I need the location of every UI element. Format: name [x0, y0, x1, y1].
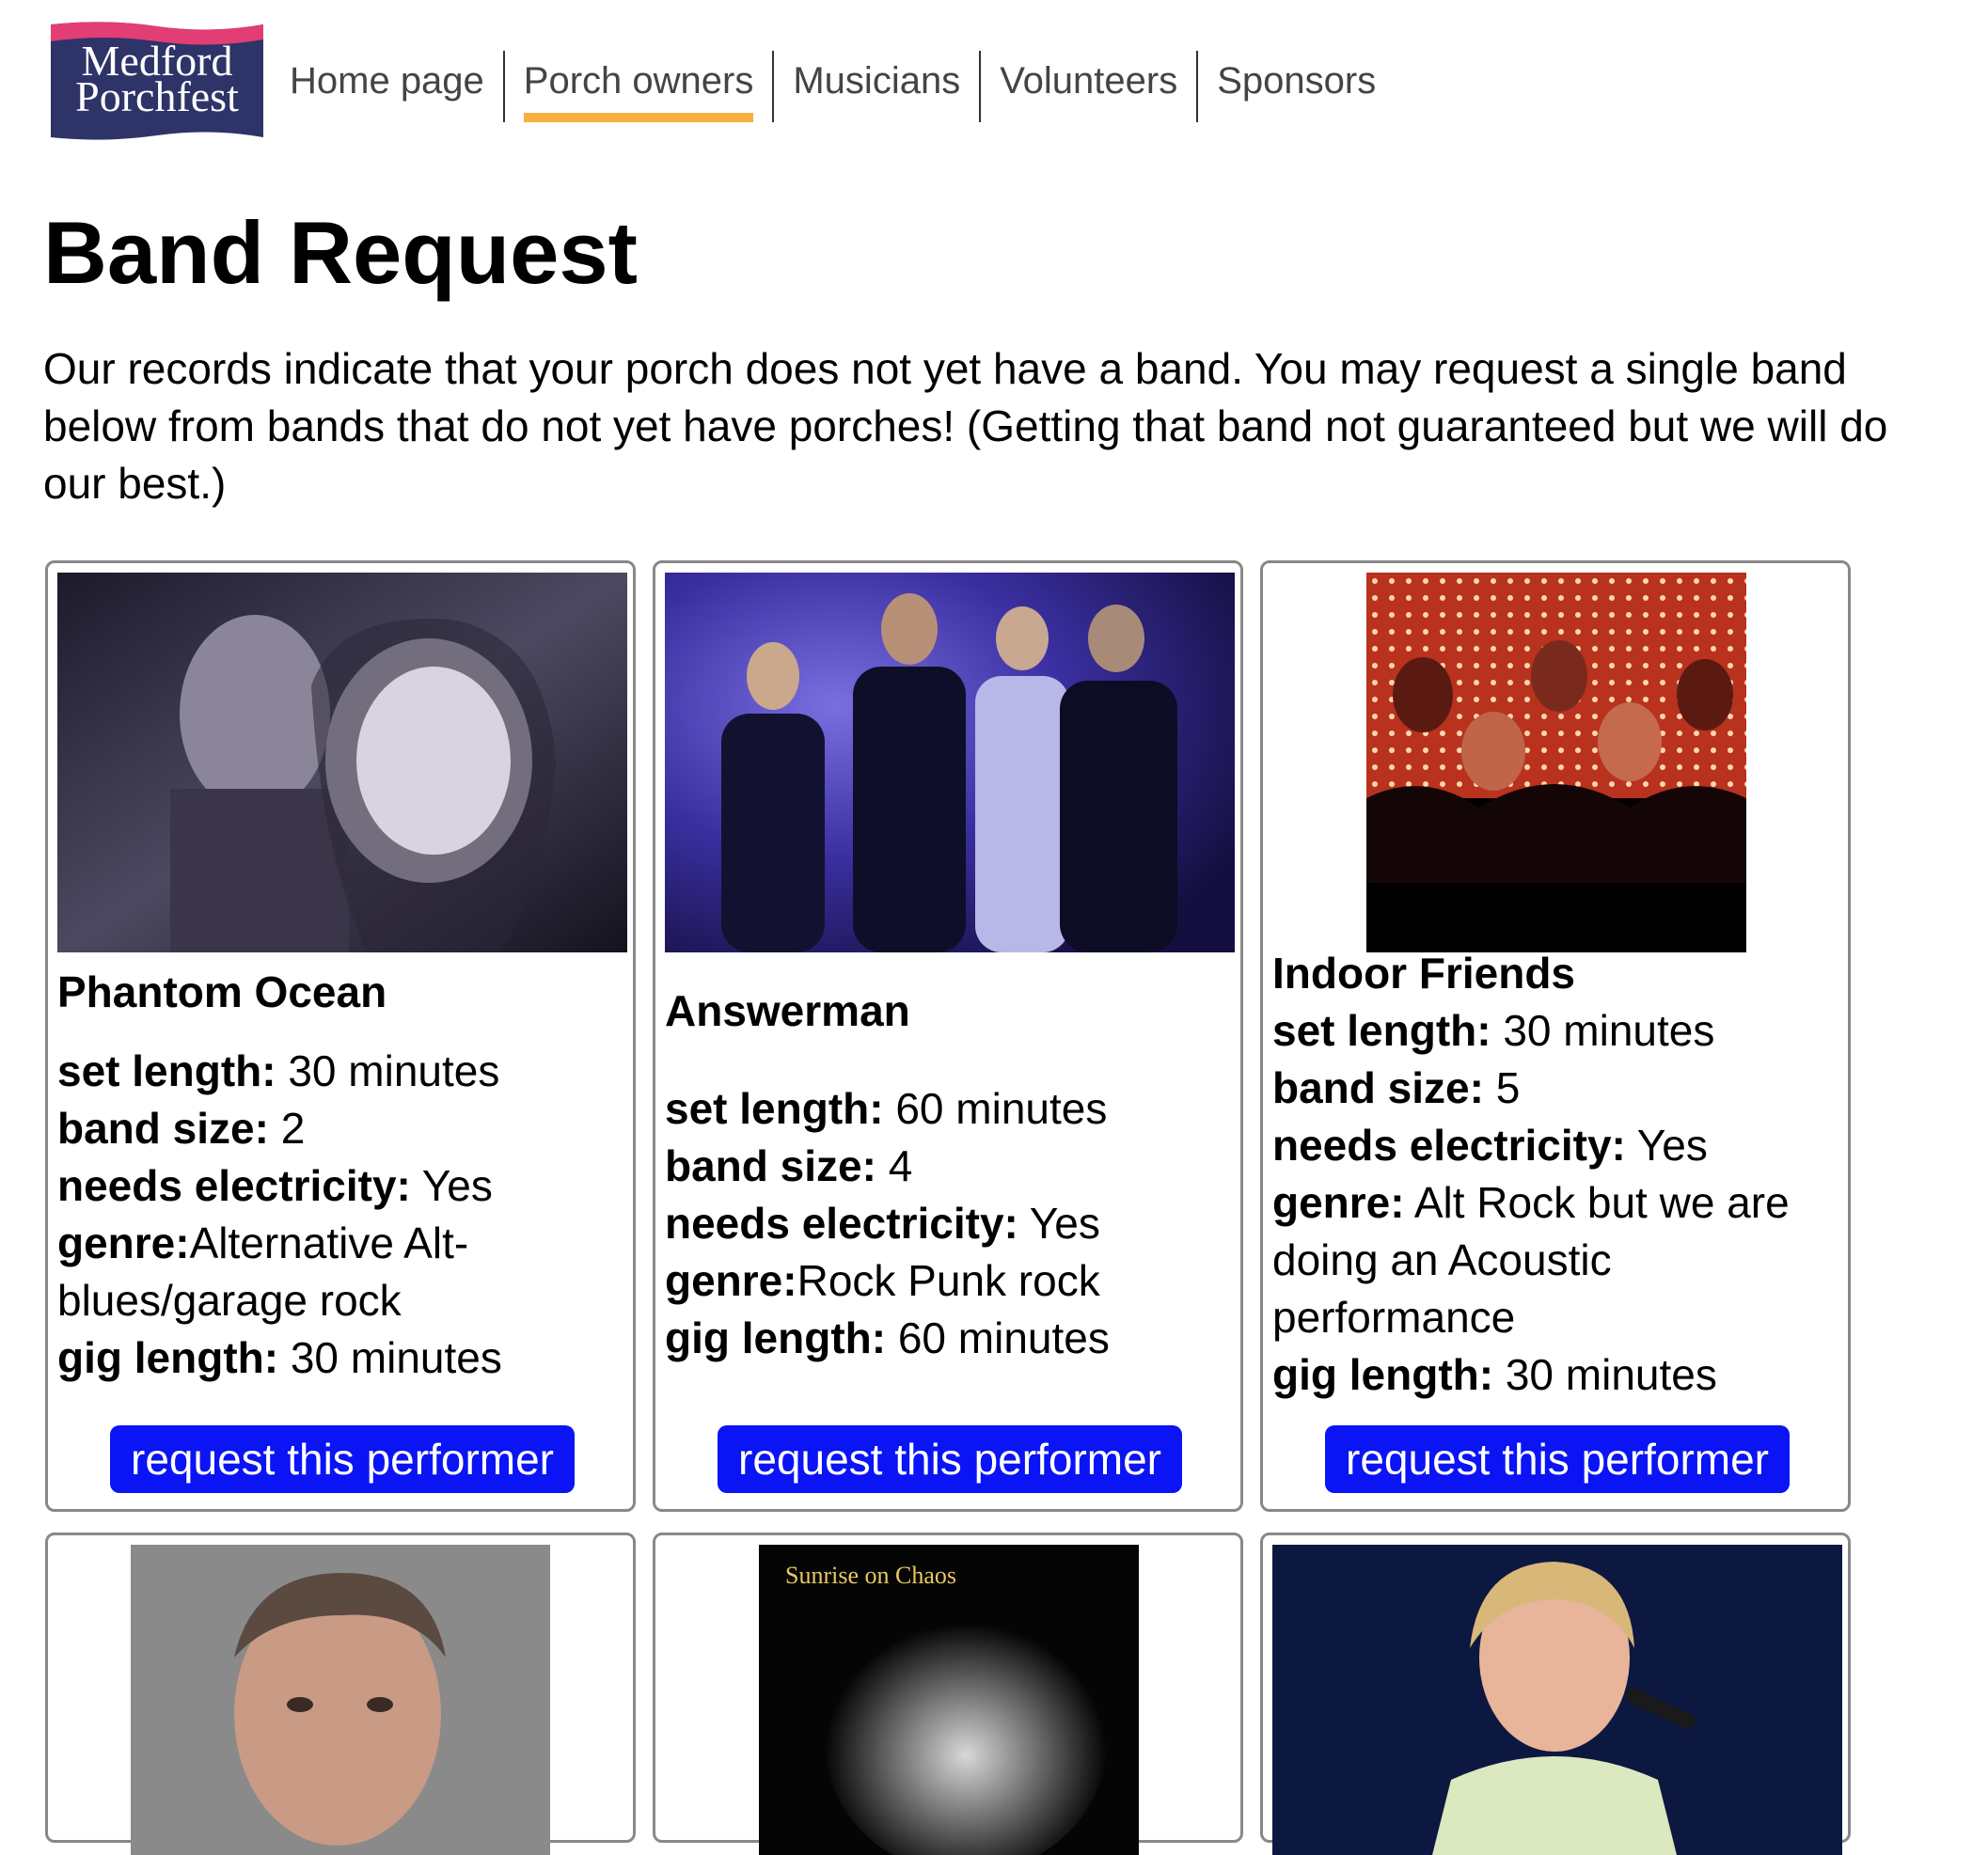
gig-length-value: 30 minutes: [290, 1333, 502, 1382]
porchfest-logo[interactable]: Medford Porchfest: [51, 21, 263, 141]
band-size-row: band size: 2: [57, 1100, 622, 1157]
nav-sponsors[interactable]: Sponsors: [1196, 51, 1395, 122]
band-name: Answerman: [665, 986, 910, 1035]
band-size-label: band size:: [57, 1104, 269, 1153]
nav-volunteers[interactable]: Volunteers: [979, 51, 1196, 122]
set-length-row: set length: 30 minutes: [57, 1043, 622, 1100]
band-details: set length: 30 minutes band size: 2 need…: [57, 1043, 622, 1387]
set-length-label: set length:: [665, 1084, 884, 1133]
band-photo: [131, 1545, 550, 1855]
band-size-value: 5: [1495, 1063, 1521, 1112]
electricity-label: needs electricity:: [57, 1161, 411, 1210]
nav-musicians[interactable]: Musicians: [772, 51, 979, 122]
genre-label: genre:: [57, 1218, 190, 1267]
page-title: Band Request: [43, 203, 638, 302]
electricity-row: needs electricity: Yes: [665, 1195, 1229, 1252]
nav-porch-owners[interactable]: Porch owners: [502, 51, 773, 122]
electricity-label: needs electricity:: [665, 1199, 1018, 1248]
band-card: [45, 1533, 636, 1855]
band-size-row: band size: 4: [665, 1138, 1229, 1195]
band-card: Phantom Ocean set length: 30 minutes ban…: [45, 560, 636, 1512]
set-length-value: 30 minutes: [288, 1046, 500, 1095]
request-performer-button[interactable]: request this performer: [1325, 1425, 1790, 1493]
main-nav: Home page Porch owners Musicians Volunte…: [273, 51, 1395, 122]
band-details: set length: 60 minutes band size: 4 need…: [665, 1080, 1229, 1367]
set-length-row: set length: 60 minutes: [665, 1080, 1229, 1138]
gig-length-value: 60 minutes: [897, 1313, 1110, 1362]
electricity-label: needs electricity:: [1272, 1121, 1626, 1170]
set-length-label: set length:: [57, 1046, 276, 1095]
band-card: Sunrise on Chaos: [653, 1533, 1243, 1855]
band-name: Indoor Friends: [1272, 949, 1575, 998]
intro-paragraph: Our records indicate that your porch doe…: [43, 344, 1888, 508]
gig-length-row: gig length: 30 minutes: [57, 1329, 622, 1387]
electricity-row: needs electricity: Yes: [57, 1157, 622, 1215]
set-length-value: 60 minutes: [895, 1084, 1108, 1133]
set-length-value: 30 minutes: [1503, 1006, 1715, 1055]
band-photo: [57, 573, 627, 952]
album-title: Sunrise on Chaos: [785, 1562, 956, 1589]
gig-length-label: gig length:: [665, 1313, 887, 1362]
band-size-row: band size: 5: [1272, 1060, 1837, 1117]
band-photo: [1272, 1545, 1842, 1855]
gig-length-label: gig length:: [57, 1333, 279, 1382]
logo-text: Medford Porchfest: [51, 39, 263, 120]
logo-line-2: Porchfest: [75, 72, 239, 120]
band-card: Indoor Friends set length: 30 minutes ba…: [1260, 560, 1851, 1512]
gig-length-value: 30 minutes: [1505, 1350, 1717, 1399]
genre-row: genre:Rock Punk rock: [665, 1252, 1229, 1310]
band-card: [1260, 1533, 1851, 1855]
band-size-value: 2: [280, 1104, 306, 1153]
genre-label: genre:: [1272, 1178, 1405, 1227]
band-card: Answerman set length: 60 minutes band si…: [653, 560, 1243, 1512]
set-length-label: set length:: [1272, 1006, 1491, 1055]
band-photo: [1366, 573, 1746, 952]
nav-home-page[interactable]: Home page: [273, 51, 503, 122]
gig-length-label: gig length:: [1272, 1350, 1494, 1399]
band-size-label: band size:: [665, 1141, 876, 1190]
electricity-value: Yes: [421, 1161, 493, 1210]
gig-length-row: gig length: 30 minutes: [1272, 1346, 1837, 1404]
electricity-row: needs electricity: Yes: [1272, 1117, 1837, 1174]
band-photo: [665, 573, 1235, 952]
request-performer-button[interactable]: request this performer: [110, 1425, 575, 1493]
band-size-label: band size:: [1272, 1063, 1484, 1112]
electricity-value: Yes: [1029, 1199, 1100, 1248]
band-size-value: 4: [888, 1141, 913, 1190]
genre-row: genre: Alt Rock but we are doing an Acou…: [1272, 1174, 1837, 1346]
band-name: Phantom Ocean: [57, 967, 387, 1016]
band-photo: [759, 1545, 1139, 1855]
genre-label: genre:: [665, 1256, 797, 1305]
genre-value: Rock Punk rock: [797, 1256, 1100, 1305]
request-performer-button[interactable]: request this performer: [718, 1425, 1182, 1493]
set-length-row: set length: 30 minutes: [1272, 1002, 1837, 1060]
gig-length-row: gig length: 60 minutes: [665, 1310, 1229, 1367]
band-details: set length: 30 minutes band size: 5 need…: [1272, 1002, 1837, 1404]
electricity-value: Yes: [1636, 1121, 1708, 1170]
genre-row: genre:Alternative Alt-blues/garage rock: [57, 1215, 509, 1329]
